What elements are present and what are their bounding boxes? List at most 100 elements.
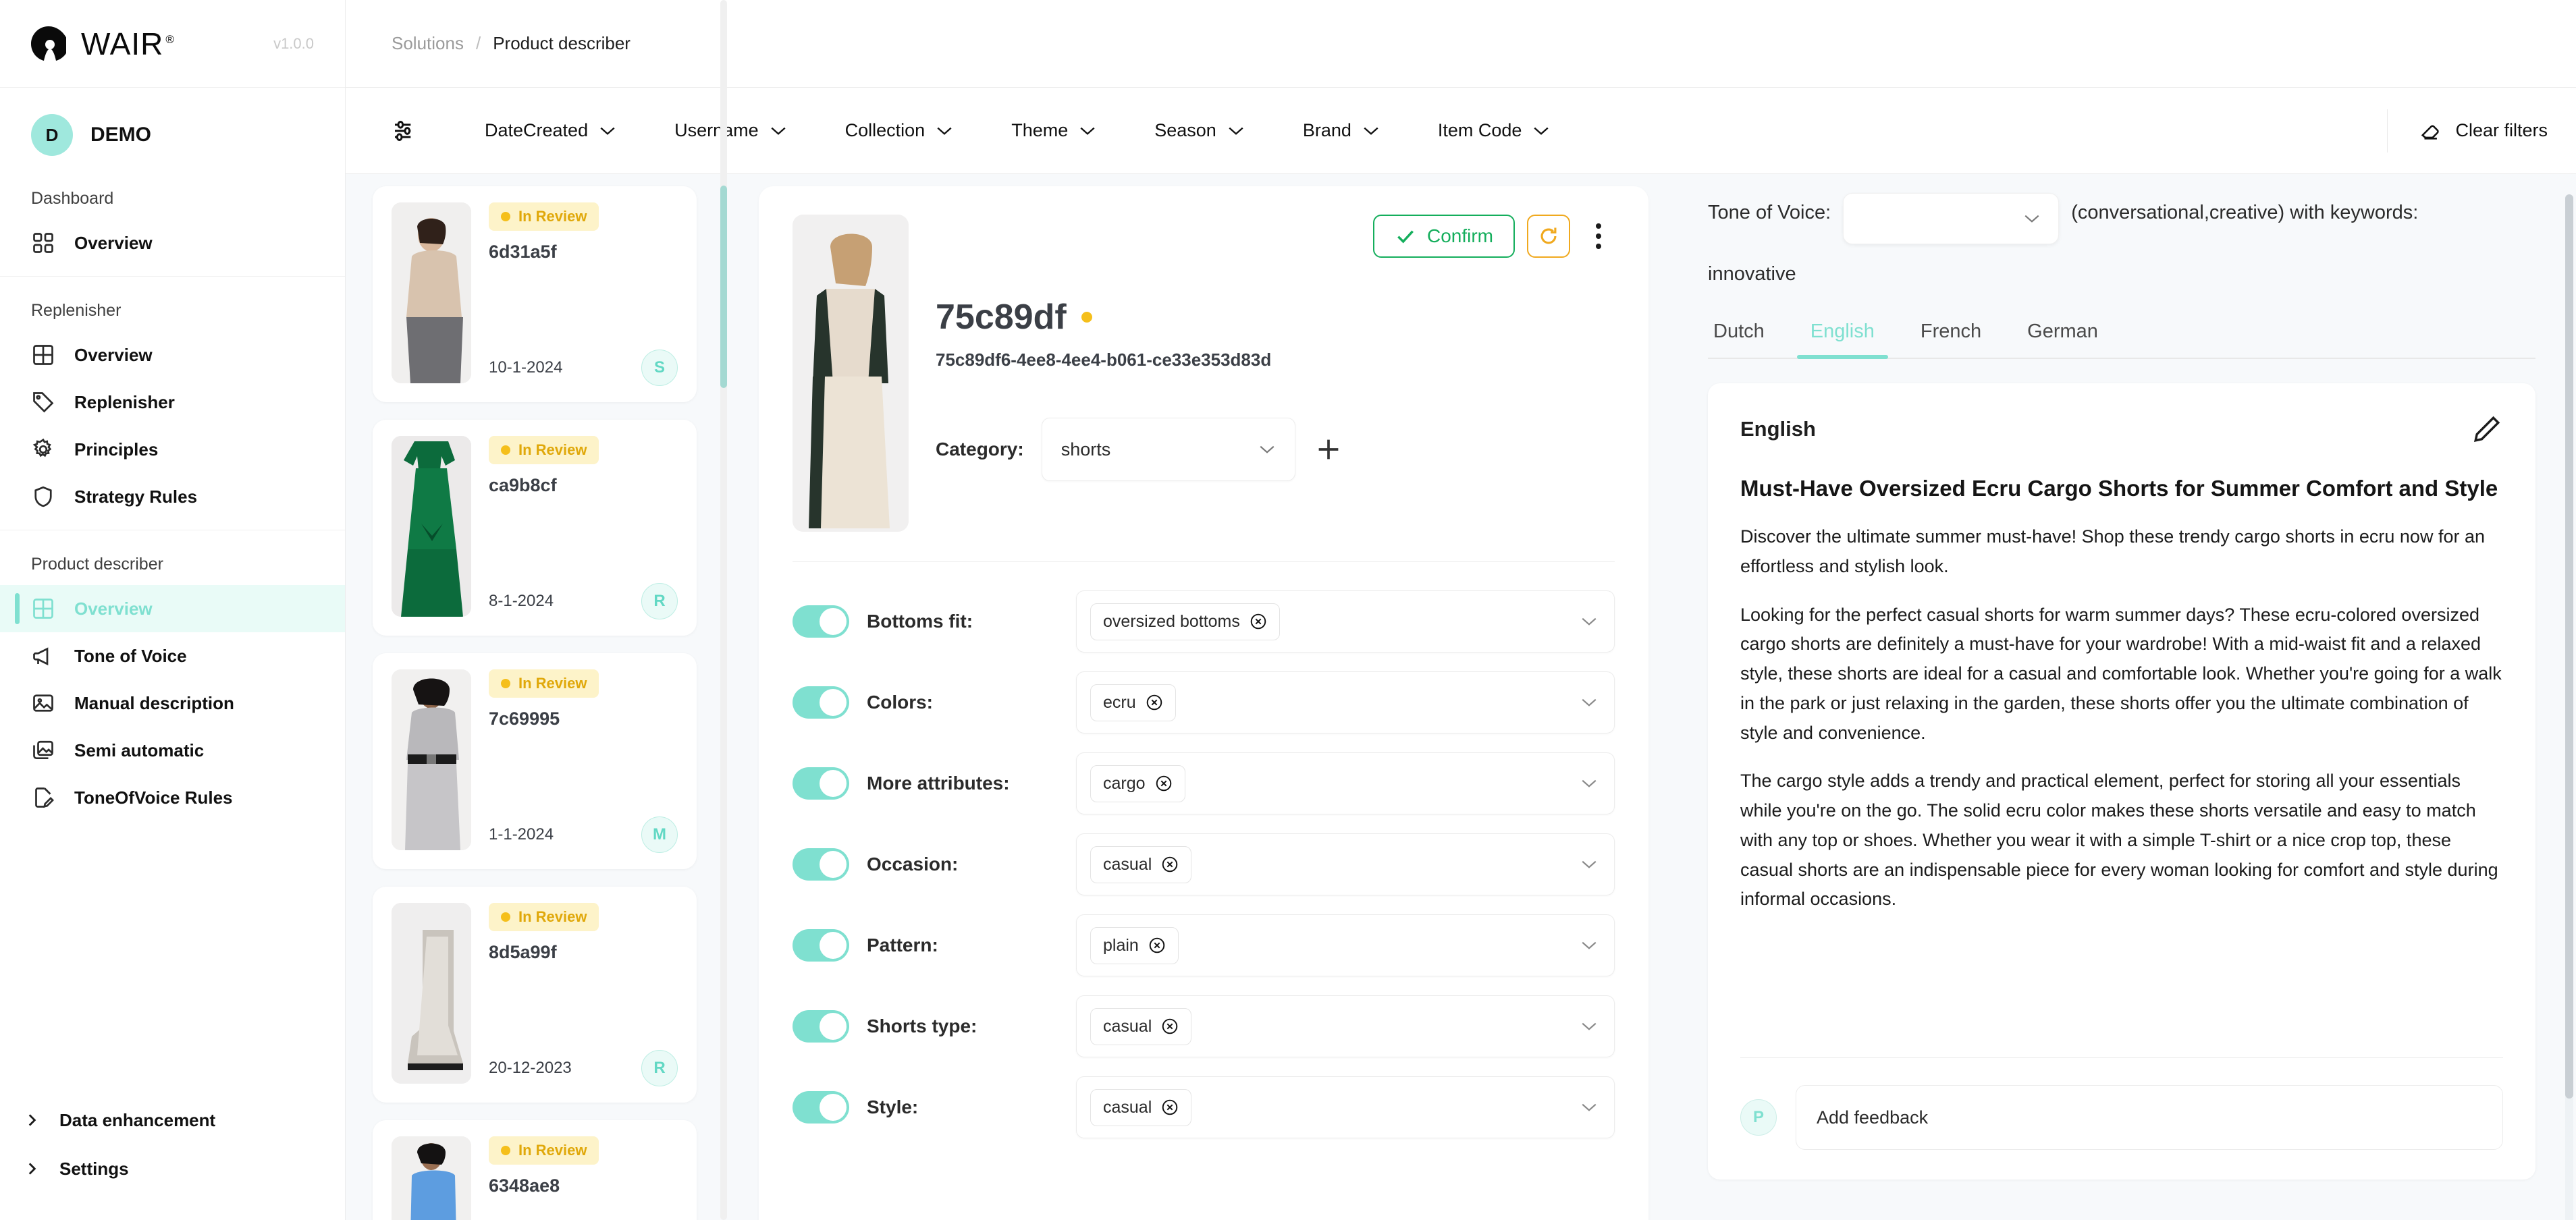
avatar: R xyxy=(641,583,678,619)
close-icon[interactable] xyxy=(1161,1099,1179,1116)
filter-label: Brand xyxy=(1302,120,1351,140)
list-item[interactable]: In Review ca9b8cf 8-1-2024 R xyxy=(373,420,697,636)
table-icon xyxy=(33,345,53,365)
breadcrumb-bar: Solutions / Product describer xyxy=(346,0,2576,88)
product-detail-panel: Confirm 75c89df 75c89df6-4ee8-4ee4-b061-… xyxy=(724,174,1671,1220)
filter-username[interactable]: Username xyxy=(674,120,787,141)
plus-icon[interactable] xyxy=(1313,434,1344,465)
product-uuid: 75c89df6-4ee8-4ee4-b061-ce33e353d83d xyxy=(936,350,1272,370)
sidebar-item-tone-of-voice[interactable]: Tone of Voice xyxy=(0,632,345,680)
value-tag[interactable]: casual xyxy=(1090,1007,1192,1045)
value-tag[interactable]: casual xyxy=(1090,1088,1192,1126)
attribute-toggle[interactable] xyxy=(793,929,849,962)
value-tag[interactable]: ecru xyxy=(1090,684,1176,721)
attribute-toggle[interactable] xyxy=(793,767,849,800)
sidebar-item-replenisher-overview[interactable]: Overview xyxy=(0,331,345,379)
breadcrumb-root[interactable]: Solutions xyxy=(392,33,464,54)
value-tag[interactable]: plain xyxy=(1090,926,1179,964)
kebab-menu-icon xyxy=(1596,223,1601,229)
confirm-button[interactable]: Confirm xyxy=(1372,215,1515,258)
tab-french[interactable]: French xyxy=(1898,314,2004,358)
category-select[interactable]: shorts xyxy=(1041,418,1295,481)
silver-dress-model-image xyxy=(392,669,471,850)
list-item[interactable]: In Review 8d5a99f 20-12-2023 R xyxy=(373,887,697,1103)
eraser-icon xyxy=(2421,125,2440,140)
attribute-toggle[interactable] xyxy=(793,605,849,638)
sidebar-item-semi-automatic[interactable]: Semi automatic xyxy=(0,727,345,774)
value-tag[interactable]: casual xyxy=(1090,845,1192,883)
pencil-icon[interactable] xyxy=(2471,413,2503,445)
close-icon[interactable] xyxy=(1161,856,1179,873)
chevron-right-icon xyxy=(28,1114,36,1126)
page-scrollbar-thumb[interactable] xyxy=(2565,194,2573,1099)
tab-english[interactable]: English xyxy=(1788,314,1898,359)
sidebar-item-tone-of-voice-rules[interactable]: ToneOfVoice Rules xyxy=(0,774,345,821)
close-icon[interactable] xyxy=(1161,1018,1179,1035)
sidebar-item-label: Principles xyxy=(74,439,159,460)
tone-of-voice-select[interactable] xyxy=(1843,193,2060,244)
attribute-toggle[interactable] xyxy=(793,1091,849,1124)
avatar: D xyxy=(31,114,73,156)
attribute-value-select[interactable]: casual xyxy=(1076,995,1615,1057)
close-icon[interactable] xyxy=(1146,694,1163,711)
filter-settings-button[interactable] xyxy=(383,109,427,152)
attribute-value-select[interactable]: oversized bottoms xyxy=(1076,590,1615,653)
product-date: 20-12-2023 xyxy=(489,1059,572,1077)
close-icon[interactable] xyxy=(1148,937,1166,954)
user-profile[interactable]: D DEMO xyxy=(0,88,345,182)
list-item[interactable]: In Review 7c69995 1-1-2024 M xyxy=(373,653,697,869)
close-icon[interactable] xyxy=(1155,775,1173,792)
clear-filters-button[interactable]: Clear filters xyxy=(2387,109,2548,152)
attribute-toggle[interactable] xyxy=(793,848,849,881)
tab-dutch[interactable]: Dutch xyxy=(1708,314,1788,358)
attribute-value-select[interactable]: cargo xyxy=(1076,752,1615,814)
tab-german[interactable]: German xyxy=(2004,314,2121,358)
attribute-toggle[interactable] xyxy=(793,1010,849,1043)
feedback-input[interactable]: Add feedback xyxy=(1796,1085,2503,1150)
chevron-down-icon xyxy=(1582,941,1596,949)
sidebar-item-product-overview[interactable]: Overview xyxy=(0,585,345,632)
list-item[interactable]: In Review 6348ae8 xyxy=(373,1120,697,1220)
chevron-down-icon xyxy=(2024,215,2039,223)
filter-collection[interactable]: Collection xyxy=(845,120,954,141)
filter-season[interactable]: Season xyxy=(1154,120,1245,141)
list-item[interactable]: In Review 6d31a5f 10-1-2024 S xyxy=(373,186,697,402)
attribute-value-select[interactable]: casual xyxy=(1076,833,1615,895)
attribute-label: Style: xyxy=(867,1097,919,1117)
status-dot-icon xyxy=(501,1146,510,1155)
chevron-down-icon xyxy=(1582,1022,1596,1030)
value-tag[interactable]: oversized bottoms xyxy=(1090,603,1280,640)
brand-header: WAIR ® v1.0.0 xyxy=(0,0,345,88)
filter-item-code[interactable]: Item Code xyxy=(1438,120,1551,141)
chevron-down-icon xyxy=(1229,127,1243,135)
sidebar-item-dashboard-overview[interactable]: Overview xyxy=(0,219,345,267)
sidebar-item-replenisher[interactable]: Replenisher xyxy=(0,379,345,426)
sidebar-item-settings[interactable]: Settings xyxy=(0,1144,345,1193)
filter-label: Username xyxy=(674,120,759,140)
sidebar-item-strategy-rules[interactable]: Strategy Rules xyxy=(0,473,345,520)
sidebar-item-manual-description[interactable]: Manual description xyxy=(0,680,345,727)
kebab-menu-icon xyxy=(1596,244,1601,249)
silver-boot-image xyxy=(392,903,471,1084)
attribute-value-select[interactable]: plain xyxy=(1076,914,1615,976)
sidebar-item-data-enhancement[interactable]: Data enhancement xyxy=(0,1096,345,1144)
more-options-button[interactable] xyxy=(1582,215,1615,258)
filter-label: Collection xyxy=(844,120,925,140)
status-badge: In Review xyxy=(489,669,599,698)
description-card: English Must-Have Oversized Ecru Cargo S… xyxy=(1708,383,2535,1180)
filter-theme[interactable]: Theme xyxy=(1011,120,1096,141)
product-detail-card: Confirm 75c89df 75c89df6-4ee8-4ee4-b061-… xyxy=(759,186,1648,1220)
value-tag[interactable]: cargo xyxy=(1090,765,1185,802)
filter-brand[interactable]: Brand xyxy=(1303,120,1380,141)
tone-of-voice-keywords: innovative xyxy=(1708,263,1796,285)
product-id: 8d5a99f xyxy=(489,942,557,962)
attribute-toggle[interactable] xyxy=(793,686,849,719)
sidebar-item-principles[interactable]: Principles xyxy=(0,426,345,473)
attribute-value-select[interactable]: casual xyxy=(1076,1076,1615,1138)
avatar: P xyxy=(1740,1099,1777,1136)
attribute-value-select[interactable]: ecru xyxy=(1076,671,1615,733)
filter-datecreated[interactable]: DateCreated xyxy=(485,120,616,141)
regenerate-button[interactable] xyxy=(1527,215,1570,258)
close-icon[interactable] xyxy=(1250,613,1267,630)
attribute-label: Bottoms fit: xyxy=(867,611,973,632)
